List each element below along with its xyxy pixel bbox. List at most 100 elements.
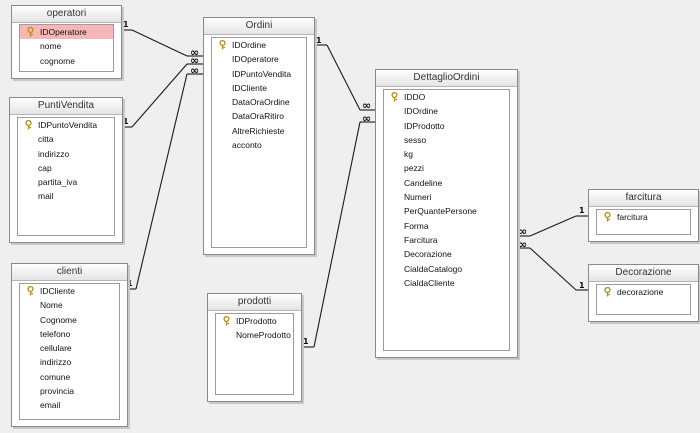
field-row[interactable]: PerQuantePersone	[384, 204, 509, 218]
field-row[interactable]: IDProdotto	[216, 314, 293, 328]
table-decorazione[interactable]: Decorazione decorazione	[588, 264, 699, 322]
field-row[interactable]: decorazione	[597, 285, 690, 299]
field-row[interactable]: kg	[384, 147, 509, 161]
card-decorazione-one: 1	[579, 281, 585, 290]
field-name: Farcitura	[404, 234, 438, 245]
field-list[interactable]: IDPuntoVendita citta indirizzo cap partita_i…	[17, 117, 115, 236]
field-list[interactable]: IDCliente Nome Cognome telefono cellulare ind…	[19, 283, 120, 420]
field-name: pezzi	[404, 163, 424, 174]
field-name: CialdaCliente	[404, 277, 455, 288]
field-row[interactable]: AltreRichieste	[212, 124, 306, 138]
field-name: IDPuntoVendita	[232, 68, 292, 79]
table-title[interactable]: farcitura	[589, 190, 698, 207]
field-name: kg	[404, 149, 413, 160]
field-row[interactable]: IDOperatore	[20, 25, 113, 40]
field-row[interactable]: IDPuntoVendita	[212, 67, 306, 81]
card-clienti-many: ∞	[190, 64, 199, 77]
table-title[interactable]: PuntiVendita	[10, 98, 122, 115]
field-name: IDDO	[404, 92, 426, 102]
table-dettaglioordini[interactable]: DettaglioOrdini IDDO IDOrdine IDProdotto se…	[375, 69, 518, 358]
primary-key-icon	[218, 39, 227, 50]
field-row[interactable]: comune	[20, 370, 119, 384]
field-row[interactable]: CialdaCliente	[384, 276, 509, 290]
field-name: IDProdotto	[404, 120, 445, 131]
field-row[interactable]: IDPuntoVendita	[18, 118, 114, 132]
field-row[interactable]: farcitura	[597, 210, 690, 224]
field-row[interactable]: IDOrdine	[384, 104, 509, 118]
field-row[interactable]: IDDO	[384, 90, 509, 104]
rel-decorazione-dettaglio[interactable]	[516, 247, 588, 291]
field-name: nome	[40, 41, 62, 52]
table-title[interactable]: prodotti	[208, 294, 301, 311]
field-name: Candeline	[404, 177, 443, 188]
field-list[interactable]: IDOperatore nome cognome	[19, 24, 114, 72]
table-title[interactable]: DettaglioOrdini	[376, 70, 517, 87]
field-name: provincia	[40, 386, 75, 397]
card-farcitura-many: ∞	[518, 225, 527, 238]
primary-key-icon	[24, 119, 33, 130]
field-row[interactable]: Forma	[384, 219, 509, 233]
field-name: IDCliente	[40, 286, 75, 296]
field-name: IDOperatore	[232, 54, 279, 65]
table-operatori[interactable]: operatori IDOperatore nome cognome	[11, 5, 122, 79]
primary-key-icon	[26, 26, 35, 37]
table-title[interactable]: clienti	[12, 264, 127, 281]
field-row[interactable]: IDProdotto	[384, 119, 509, 133]
field-row[interactable]: sesso	[384, 133, 509, 147]
table-title[interactable]: Decorazione	[589, 265, 698, 282]
field-row[interactable]: NomeProdotto	[216, 328, 293, 342]
field-row[interactable]: IDOperatore	[212, 52, 306, 66]
field-row[interactable]: cognome	[20, 54, 113, 68]
field-row[interactable]: indirizzo	[20, 355, 119, 369]
field-row[interactable]: CialdaCatalogo	[384, 262, 509, 276]
field-row[interactable]: Cognome	[20, 313, 119, 327]
rel-clienti-ordini[interactable]	[126, 73, 203, 290]
field-name: Forma	[404, 220, 429, 231]
primary-key-icon	[222, 315, 231, 326]
field-row[interactable]: Farcitura	[384, 233, 509, 247]
table-prodotti[interactable]: prodotti IDProdotto NomeProdotto	[207, 293, 302, 402]
field-name: decorazione	[617, 287, 664, 297]
table-title[interactable]: Ordini	[204, 18, 314, 35]
field-row[interactable]: pezzi	[384, 161, 509, 175]
field-row[interactable]: nome	[20, 39, 113, 53]
field-row[interactable]: telefono	[20, 327, 119, 341]
field-row[interactable]: cap	[18, 161, 114, 175]
field-row[interactable]: indirizzo	[18, 147, 114, 161]
field-row[interactable]: partita_iva	[18, 175, 114, 189]
field-row[interactable]: DataOraRitiro	[212, 109, 306, 123]
field-row[interactable]: IDOrdine	[212, 38, 306, 52]
table-farcitura[interactable]: farcitura farcitura	[588, 189, 699, 242]
field-row[interactable]: email	[20, 398, 119, 412]
field-row[interactable]: IDCliente	[212, 81, 306, 95]
field-row[interactable]: provincia	[20, 384, 119, 398]
field-name: DataOraRitiro	[232, 111, 284, 122]
table-ordini[interactable]: Ordini IDOrdine IDOperatore IDPuntoVendita…	[203, 17, 315, 255]
table-title[interactable]: operatori	[12, 6, 121, 23]
field-list[interactable]: decorazione	[596, 284, 691, 315]
field-name: Decorazione	[404, 249, 452, 260]
field-list[interactable]: IDOrdine IDOperatore IDPuntoVendita IDClien…	[211, 37, 307, 248]
field-row[interactable]: acconto	[212, 138, 306, 152]
field-row[interactable]: Nome	[20, 298, 119, 312]
table-clienti[interactable]: clienti IDCliente Nome Cognome telefono cell…	[11, 263, 128, 427]
field-list[interactable]: farcitura	[596, 209, 691, 235]
field-list[interactable]: IDProdotto NomeProdotto	[215, 313, 294, 395]
field-name: Cognome	[40, 314, 77, 325]
field-row[interactable]: Candeline	[384, 176, 509, 190]
field-row[interactable]: DataOraOrdine	[212, 95, 306, 109]
field-row[interactable]: mail	[18, 189, 114, 203]
field-row[interactable]: citta	[18, 132, 114, 146]
field-list[interactable]: IDDO IDOrdine IDProdotto sesso kg pezzi Candel…	[383, 89, 510, 351]
table-puntivendita[interactable]: PuntiVendita IDPuntoVendita citta indirizz…	[9, 97, 123, 243]
field-row[interactable]: IDCliente	[20, 284, 119, 298]
field-row[interactable]: cellulare	[20, 341, 119, 355]
field-row[interactable]: Decorazione	[384, 247, 509, 261]
field-name: mail	[38, 191, 54, 202]
rel-farcitura-dettaglio[interactable]	[516, 215, 588, 237]
field-name: IDCliente	[232, 82, 267, 93]
card-decorazione-many: ∞	[518, 238, 527, 251]
field-name: CialdaCatalogo	[404, 263, 463, 274]
field-row[interactable]: Numeri	[384, 190, 509, 204]
primary-key-icon	[603, 211, 612, 222]
